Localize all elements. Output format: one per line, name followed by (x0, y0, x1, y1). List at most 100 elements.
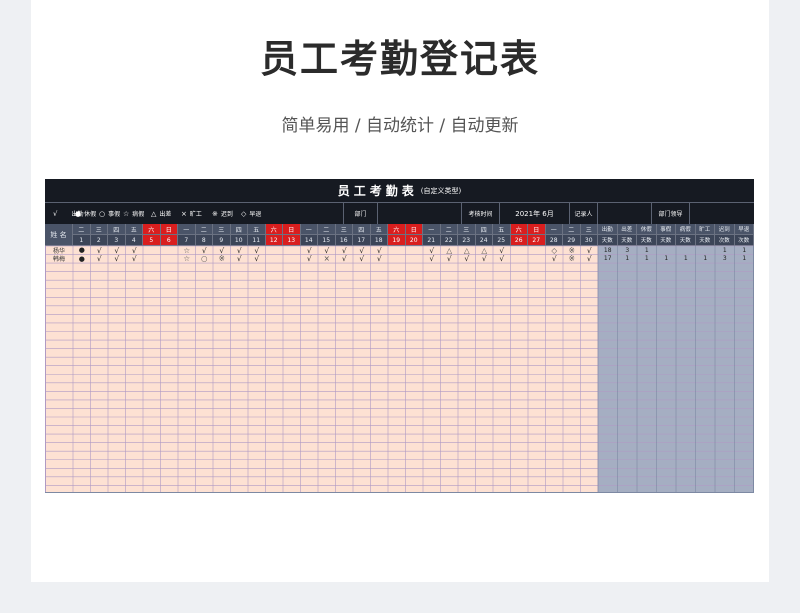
day-number-header: 30 (580, 235, 598, 246)
day-number-header: 22 (440, 235, 458, 246)
day-number-header: 18 (370, 235, 388, 246)
attendance-cell[interactable]: √ (493, 246, 511, 255)
weekday-header: 二 (563, 224, 581, 235)
summary-header: 出勤 (598, 224, 618, 235)
weekday-header: 二 (318, 224, 336, 235)
legend-item: × 旷工 (181, 203, 202, 224)
info-period-value: 2021年 6月 (499, 203, 569, 224)
attendance-cell[interactable]: √ (336, 254, 354, 263)
attendance-cell[interactable]: ◇ (546, 246, 564, 255)
attendance-cell[interactable]: √ (546, 254, 564, 263)
sheet-title-bar: 员工考勤表 (自定义类型) (45, 179, 754, 202)
attendance-cell[interactable]: √ (581, 254, 599, 263)
sheet-title-suffix: (自定义类型) (420, 186, 462, 195)
day-number-header: 14 (300, 235, 318, 246)
day-number-header: 11 (248, 235, 266, 246)
attendance-cell[interactable]: √ (91, 246, 109, 255)
attendance-cell[interactable]: ● (73, 255, 91, 264)
attendance-cell[interactable]: × (318, 254, 336, 263)
summary-unit-header: 天数 (656, 235, 676, 246)
weekday-header: 一 (545, 224, 563, 235)
day-number-header: 21 (423, 235, 441, 246)
info-recorder-value (597, 203, 651, 224)
day-number-header: 13 (283, 235, 301, 246)
attendance-cell[interactable]: △ (476, 246, 494, 255)
attendance-cell[interactable]: ○ (196, 254, 214, 263)
attendance-cell[interactable]: √ (248, 254, 266, 263)
attendance-cell[interactable]: √ (353, 246, 371, 255)
employee-name[interactable]: 韩梅 (45, 255, 73, 263)
attendance-cell[interactable]: √ (126, 254, 144, 263)
weekday-header: 四 (108, 224, 126, 235)
legend-label: 病假 (132, 211, 145, 218)
attendance-cell[interactable]: √ (581, 246, 599, 255)
day-number-header: 6 (160, 235, 178, 246)
day-number-header: 29 (563, 235, 581, 246)
attendance-cell[interactable]: √ (108, 246, 126, 255)
day-number-header: 3 (108, 235, 126, 246)
day-number-header: 1 (73, 235, 91, 246)
attendance-cell[interactable]: △ (458, 246, 476, 255)
attendance-cell[interactable]: √ (231, 254, 249, 263)
weekday-header: 五 (248, 224, 266, 235)
attendance-cell[interactable]: △ (441, 246, 459, 255)
summary-unit-header: 天数 (695, 235, 715, 246)
attendance-cell[interactable]: √ (353, 254, 371, 263)
legend-item: ※ 迟到 (212, 203, 233, 224)
summary-value: 3 (625, 246, 630, 254)
summary-header: 迟到 (715, 224, 735, 235)
attendance-cell[interactable]: √ (301, 254, 319, 263)
attendance-cell[interactable]: √ (231, 246, 249, 255)
attendance-cell[interactable]: ● (73, 246, 91, 255)
attendance-cell[interactable]: ☆ (178, 254, 196, 263)
weekday-header: 五 (370, 224, 388, 235)
attendance-cell[interactable]: √ (318, 246, 336, 255)
attendance-cell[interactable]: √ (248, 246, 266, 255)
weekday-header: 三 (458, 224, 476, 235)
attendance-cell[interactable]: ※ (563, 254, 581, 263)
attendance-cell[interactable]: √ (301, 246, 319, 255)
day-number-header: 15 (318, 235, 336, 246)
summary-value: 17 (603, 255, 612, 263)
day-number-header: 2 (90, 235, 108, 246)
attendance-cell[interactable]: √ (423, 246, 441, 255)
attendance-cell[interactable]: ☆ (178, 246, 196, 255)
attendance-cell[interactable]: √ (441, 254, 459, 263)
attendance-cell[interactable]: √ (423, 254, 441, 263)
name-header: 姓 名 (45, 224, 73, 246)
attendance-cell[interactable]: √ (458, 254, 476, 263)
day-number-header: 12 (265, 235, 283, 246)
summary-value: 1 (683, 255, 688, 263)
weekday-header: 三 (335, 224, 353, 235)
info-period-label: 考核时间 (461, 203, 499, 224)
weekday-header: 六 (510, 224, 528, 235)
legend-label: 出差 (159, 211, 172, 218)
attendance-cell[interactable]: √ (493, 254, 511, 263)
weekday-header: 二 (440, 224, 458, 235)
attendance-cell[interactable]: √ (371, 254, 389, 263)
weekday-header: 四 (230, 224, 248, 235)
attendance-cell[interactable]: √ (126, 246, 144, 255)
attendance-cell[interactable]: ※ (213, 254, 231, 263)
attendance-cell[interactable]: √ (371, 246, 389, 255)
day-number-header: 27 (528, 235, 546, 246)
day-number-header: 8 (195, 235, 213, 246)
attendance-cell[interactable]: √ (91, 254, 109, 263)
weekday-header: 二 (195, 224, 213, 235)
employee-name[interactable]: 杨华 (45, 246, 73, 255)
summary-unit-header: 次数 (734, 235, 754, 246)
attendance-cell[interactable]: √ (336, 246, 354, 255)
attendance-cell[interactable]: √ (213, 246, 231, 255)
attendance-cell[interactable]: ※ (563, 246, 581, 255)
summary-header: 早退 (734, 224, 754, 235)
attendance-cell[interactable]: √ (108, 254, 126, 263)
day-number-header: 23 (458, 235, 476, 246)
summary-header: 病假 (676, 224, 696, 235)
attendance-cell[interactable]: √ (476, 254, 494, 263)
legend-label: 旷工 (189, 211, 202, 218)
weekday-header: 日 (405, 224, 423, 235)
info-dept-value (377, 203, 461, 224)
attendance-cell[interactable]: √ (196, 246, 214, 255)
summary-value: 3 (722, 255, 727, 263)
weekday-header: 四 (475, 224, 493, 235)
